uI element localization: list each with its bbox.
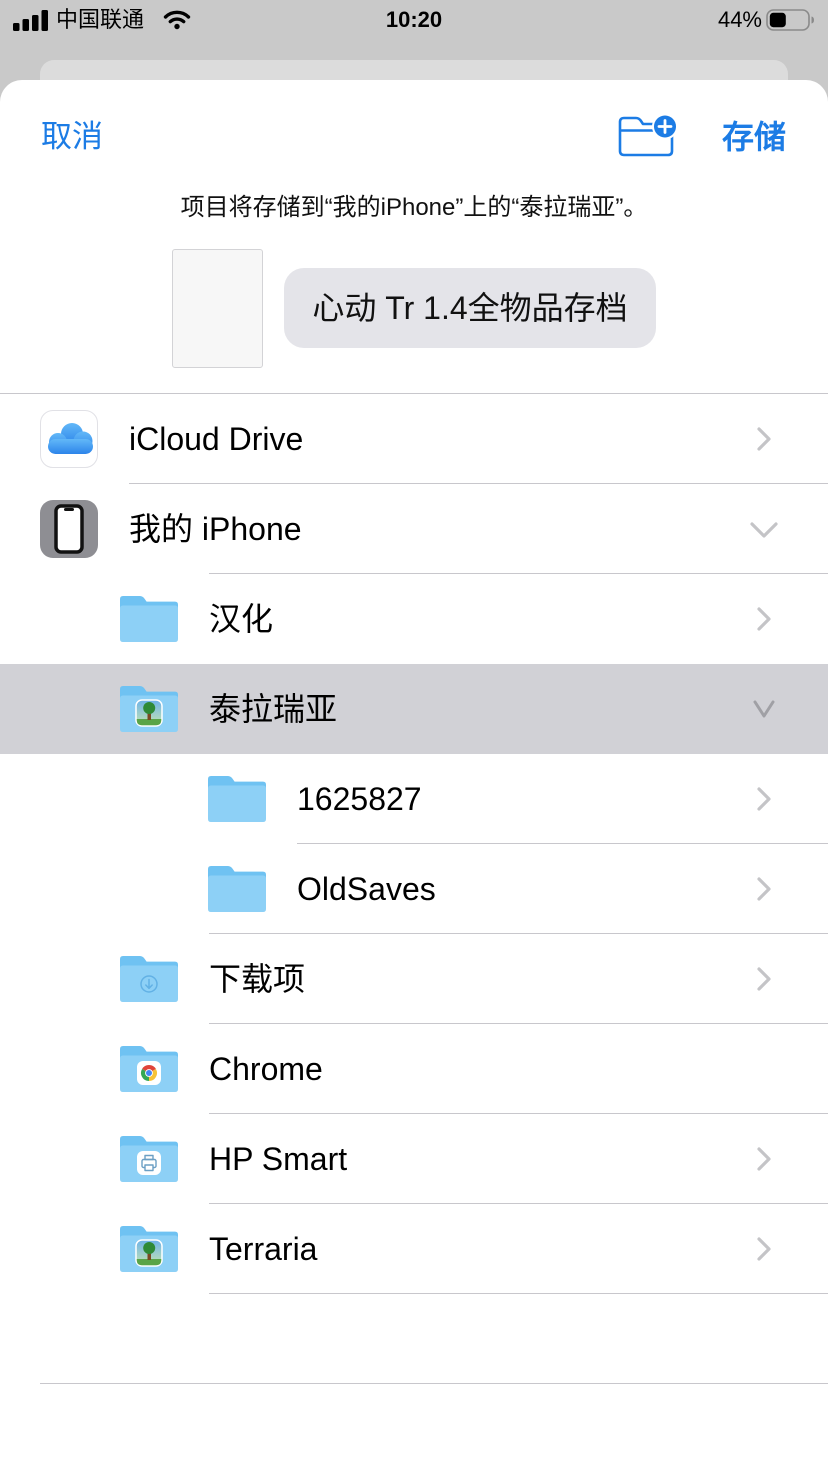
- battery-percentage: 44%: [717, 7, 762, 32]
- cancel-button[interactable]: 取消: [41, 117, 103, 157]
- file-name-field[interactable]: 心动 Tr 1.4全物品存档: [284, 268, 656, 348]
- clock-time: 10:20: [385, 7, 443, 32]
- folder-row-oldsaves[interactable]: OldSaves: [0, 844, 828, 934]
- folder-row-downloads[interactable]: 下载项: [0, 934, 828, 1024]
- location-label: iCloud Drive: [129, 421, 304, 457]
- chevron-right-icon[interactable]: [756, 966, 772, 992]
- divider: [40, 1383, 828, 1384]
- folder-label: 泰拉瑞亚: [209, 691, 338, 727]
- folder-row-hanhua[interactable]: 汉化: [0, 574, 828, 664]
- chevron-right-icon[interactable]: [756, 426, 772, 452]
- chevron-right-icon[interactable]: [756, 606, 772, 632]
- icloud-icon: [40, 410, 98, 468]
- folder-label: 下载项: [209, 961, 306, 997]
- status-bar: 中国联通 10:20 44%: [0, 0, 828, 44]
- folder-row-hp-smart[interactable]: HP Smart: [0, 1114, 828, 1204]
- folder-icon: [208, 866, 266, 912]
- hp-smart-folder-icon: [120, 1136, 178, 1182]
- location-label: 我的 iPhone: [129, 511, 302, 547]
- folder-row-terraria[interactable]: Terraria: [0, 1204, 828, 1294]
- folder-badge-plus-icon[interactable]: [617, 113, 679, 157]
- terraria-folder-icon: [120, 686, 178, 732]
- chevron-right-icon[interactable]: [756, 876, 772, 902]
- chevron-right-icon[interactable]: [756, 786, 772, 812]
- folder-label: Chrome: [209, 1051, 323, 1087]
- folder-label: HP Smart: [209, 1141, 348, 1177]
- location-row-my-iphone[interactable]: 我的 iPhone: [0, 484, 828, 574]
- chevron-down-icon[interactable]: [749, 521, 779, 539]
- folder-icon: [120, 596, 178, 642]
- folder-row-terraria-cn[interactable]: 泰拉瑞亚: [0, 664, 828, 754]
- folder-label: 1625827: [297, 781, 422, 817]
- chrome-folder-icon: [120, 1046, 178, 1092]
- folder-row-chrome[interactable]: Chrome: [0, 1024, 828, 1114]
- folder-icon: [208, 776, 266, 822]
- chevron-right-icon[interactable]: [756, 1146, 772, 1172]
- location-list: iCloud Drive 我的 iPhone 汉化 泰拉瑞亚 1625827 O…: [0, 394, 828, 1294]
- iphone-icon: [40, 500, 98, 558]
- terraria-folder-icon: [120, 1226, 178, 1272]
- folder-row-1625827[interactable]: 1625827: [0, 754, 828, 844]
- destination-message: 项目将存储到“我的iPhone”上的“泰拉瑞亚”。: [180, 194, 648, 221]
- file-thumbnail: [172, 249, 263, 368]
- folder-label: 汉化: [209, 601, 274, 637]
- save-button[interactable]: 存储: [722, 117, 786, 157]
- battery-level-fill: [769, 12, 786, 28]
- save-sheet: 取消 存储 项目将存储到“我的iPhone”上的“泰拉瑞亚”。 心动 Tr 1.…: [0, 80, 828, 1472]
- folder-label: OldSaves: [297, 871, 436, 907]
- downloads-folder-icon: [120, 956, 178, 1002]
- chevron-down-icon[interactable]: [752, 699, 776, 719]
- location-row-icloud-drive[interactable]: iCloud Drive: [0, 394, 828, 484]
- folder-label: Terraria: [209, 1231, 318, 1267]
- battery-icon: [766, 9, 814, 31]
- chevron-right-icon[interactable]: [756, 1236, 772, 1262]
